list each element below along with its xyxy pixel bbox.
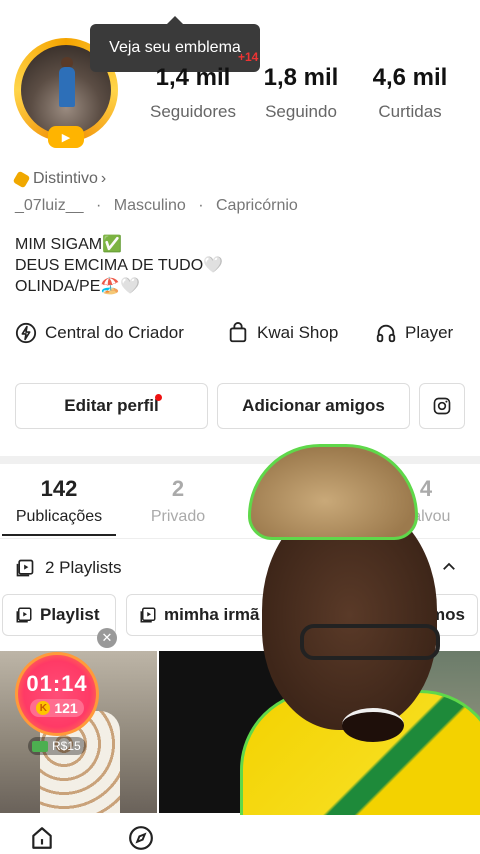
compass-icon[interactable]: [128, 825, 154, 851]
creator-center-label: Central do Criador: [45, 323, 184, 342]
tab-private[interactable]: 2 Privado: [130, 476, 226, 526]
coin-count: 121: [54, 700, 78, 716]
playlist-icon: [16, 607, 32, 623]
chevron-right-icon: ›: [100, 170, 107, 187]
playlist-chip[interactable]: Playlist: [2, 594, 116, 636]
username: _07luiz__: [15, 197, 84, 214]
private-count: 2: [171, 476, 185, 501]
private-label: Privado: [150, 508, 206, 525]
shopping-bag-icon: [229, 322, 247, 343]
lightning-circle-icon: [15, 322, 37, 344]
meta-separator: ·: [95, 197, 102, 214]
play-badge-icon: ▶: [48, 126, 84, 148]
coin-icon: K: [36, 701, 51, 715]
cash-icon: [32, 740, 48, 752]
zodiac-sign: Capricórnio: [216, 197, 298, 214]
add-friends-button[interactable]: Adicionar amigos: [217, 383, 410, 429]
headphones-icon: [376, 324, 396, 343]
tab-publications[interactable]: 142 Publicações: [2, 476, 116, 526]
kwai-shop-link[interactable]: Kwai Shop: [227, 322, 338, 344]
following-label: Seguindo: [265, 102, 337, 121]
overlay-mouth: [342, 708, 404, 742]
timer-text: 01:14: [26, 671, 88, 696]
bio-line: OLINDA/PE🏖️🤍: [15, 278, 141, 295]
close-icon[interactable]: ✕: [97, 628, 117, 648]
following-count: 1,8 mil: [263, 64, 339, 91]
playlist-icon: [140, 607, 156, 623]
distintivo-label: Distintivo: [33, 170, 98, 187]
player-label: Player: [405, 323, 454, 342]
playlist-chip-label: Playlist: [40, 605, 100, 624]
meta-separator: ·: [198, 197, 204, 214]
tooltip-text: Veja seu emblema: [109, 39, 241, 56]
home-icon[interactable]: [29, 825, 55, 851]
avatar-figure-body: [59, 67, 75, 107]
reward-amount[interactable]: R$15: [28, 737, 86, 755]
badge-count: +14: [238, 50, 259, 64]
notification-dot: [155, 394, 162, 401]
publications-count: 142: [40, 476, 78, 501]
stat-followers[interactable]: 1,4 mil Seguidores: [148, 64, 238, 122]
kwai-shop-label: Kwai Shop: [257, 323, 339, 342]
bio-line: MIM SIGAM✅: [15, 236, 123, 253]
likes-label: Curtidas: [378, 102, 442, 121]
profile-bio: MIM SIGAM✅ DEUS EMCIMA DE TUDO🤍 OLINDA/P…: [15, 234, 223, 297]
stat-likes[interactable]: 4,6 mil Curtidas: [365, 64, 455, 122]
playlists-count-label: 2 Playlists: [45, 558, 122, 577]
stat-following[interactable]: 1,8 mil Seguindo: [260, 64, 342, 122]
reward-amount-text: R$15: [52, 739, 81, 753]
playlist-icon: [16, 559, 34, 577]
overlay-cap: [248, 444, 418, 540]
bio-line: DEUS EMCIMA DE TUDO🤍: [15, 257, 224, 274]
gender: Masculino: [113, 197, 186, 214]
coin-balance: K 121: [30, 699, 84, 717]
likes-count: 4,6 mil: [372, 64, 448, 91]
distintivo-link[interactable]: Distintivo ›: [12, 170, 107, 188]
edit-profile-label: Editar perfil: [64, 396, 159, 415]
active-tab-indicator: [2, 534, 116, 536]
bottom-navigation: [0, 815, 480, 854]
publications-label: Publicações: [15, 508, 103, 525]
instagram-button[interactable]: [419, 383, 465, 429]
followers-label: Seguidores: [149, 102, 236, 121]
creator-center-link[interactable]: Central do Criador: [15, 322, 184, 344]
edit-profile-button[interactable]: Editar perfil: [15, 383, 208, 429]
profile-meta: _07luiz__ · Masculino · Capricórnio: [15, 197, 298, 215]
player-link[interactable]: Player: [375, 322, 453, 344]
hexagon-badge-icon: [12, 170, 31, 188]
followers-count: 1,4 mil: [155, 64, 231, 91]
instagram-icon: [433, 397, 451, 415]
profile-stats: 1,4 mil Seguidores 1,8 mil Seguindo 4,6 …: [140, 64, 480, 128]
reward-timer[interactable]: 01:14 K 121: [15, 652, 99, 736]
overlay-glasses: [300, 624, 440, 660]
add-friends-label: Adicionar amigos: [242, 396, 385, 415]
creator-tools: Central do Criador Kwai Shop Player: [0, 318, 480, 350]
floating-video-overlay[interactable]: [232, 440, 480, 854]
